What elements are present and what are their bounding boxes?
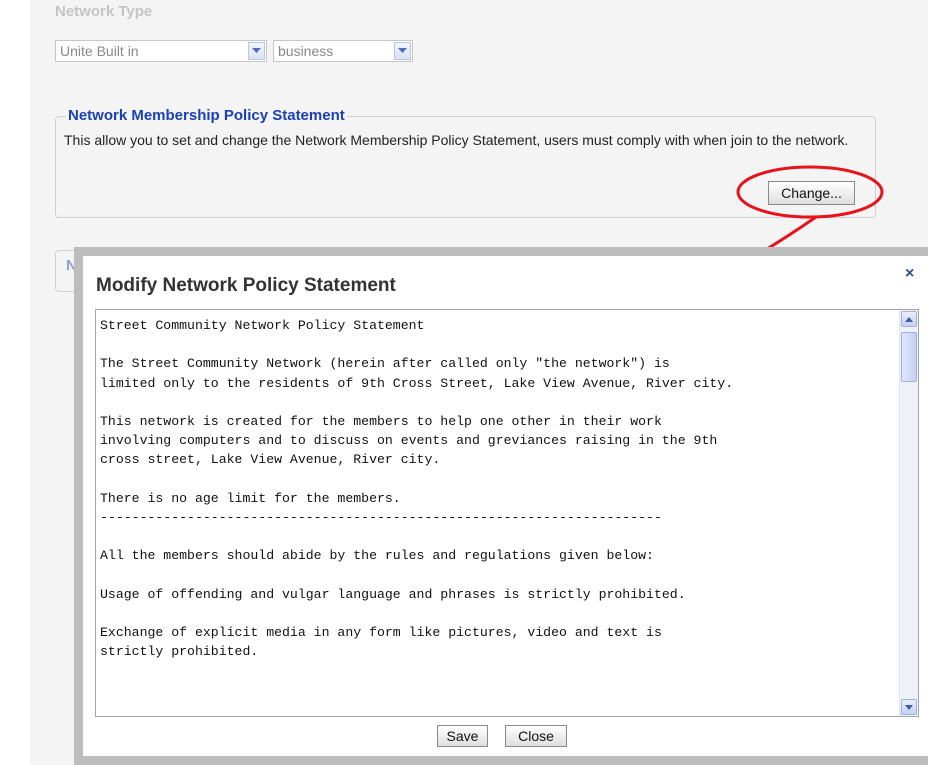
textarea-scrollbar[interactable]: [899, 310, 918, 716]
scroll-up-button[interactable]: [901, 311, 917, 327]
scroll-thumb[interactable]: [901, 332, 917, 382]
network-category-select[interactable]: business: [273, 40, 413, 62]
network-type-select[interactable]: Unite Built in: [55, 40, 267, 62]
chevron-down-icon[interactable]: [248, 42, 265, 60]
network-type-label: Network Type: [55, 3, 153, 20]
dialog-title: Modify Network Policy Statement: [96, 275, 396, 296]
scroll-down-button[interactable]: [901, 699, 917, 715]
network-type-select-value: Unite Built in: [60, 43, 139, 59]
membership-policy-description: This allow you to set and change the Net…: [64, 132, 849, 148]
close-icon[interactable]: ×: [905, 265, 914, 283]
save-button[interactable]: Save: [437, 725, 488, 747]
close-button[interactable]: Close: [505, 725, 567, 747]
chevron-down-icon[interactable]: [394, 42, 411, 60]
change-policy-button[interactable]: Change...: [768, 181, 855, 205]
policy-statement-textarea[interactable]: Street Community Network Policy Statemen…: [95, 309, 919, 717]
network-category-select-value: business: [278, 43, 334, 59]
membership-policy-legend: Network Membership Policy Statement: [66, 107, 347, 124]
policy-statement-text: Street Community Network Policy Statemen…: [100, 318, 734, 660]
